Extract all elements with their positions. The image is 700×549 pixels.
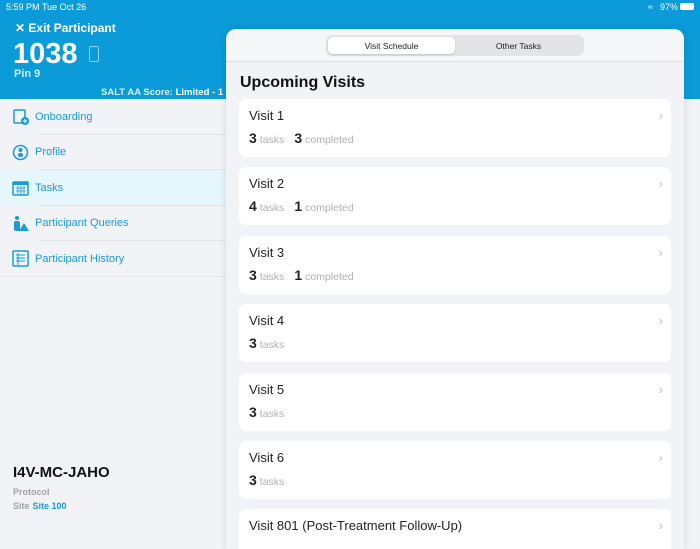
tasks-label: tasks (259, 270, 285, 283)
task-count: 4 (249, 198, 257, 215)
list-icon (12, 250, 29, 267)
completed-count: 1 (294, 266, 303, 283)
profile-icon (12, 144, 29, 161)
person-warning-icon (12, 215, 29, 232)
visit-name: Visit 4 (249, 313, 285, 329)
visit-name: Visit 1 (249, 108, 285, 123)
tasks-label: tasks (259, 202, 285, 215)
salt-score: SALT AA Score: Limited - 1 (101, 87, 223, 98)
site-info: Site Site 100 (13, 501, 67, 511)
completed-label: completed (305, 202, 354, 215)
task-count: 3 (249, 472, 257, 488)
task-count: 3 (249, 130, 257, 146)
tasks-panel: Visit Schedule Other Tasks Upcoming Visi… (226, 29, 684, 549)
visit-counts: 4 tasks 1 completed (249, 198, 364, 214)
completed-count: 3 (294, 130, 303, 146)
visit-name: Visit 3 (249, 244, 285, 260)
visit-name: Visit 2 (249, 176, 285, 192)
salt-label: SALT AA Score: (101, 87, 173, 98)
chevron-right-icon: › (658, 381, 663, 397)
visit-card[interactable]: Visit 4 › 3 tasks (239, 304, 671, 363)
section-title: Upcoming Visits (240, 74, 366, 91)
protocol-label: Protocol (13, 487, 50, 497)
visit-card[interactable]: Visit 801 (Post-Treatment Follow-Up) › (239, 509, 671, 549)
phone-icon (89, 46, 99, 62)
visit-card[interactable]: Visit 2 › 4 tasks 1 completed (239, 167, 671, 226)
salt-value: Limited - 1 (175, 87, 224, 98)
visit-counts: 3 tasks (249, 472, 294, 488)
visit-counts: 3 tasks (249, 404, 294, 420)
visit-name: Visit 6 (249, 450, 285, 465)
sidebar-item-label: Tasks (35, 181, 64, 194)
sidebar-item-label: Participant Queries (35, 217, 129, 230)
chevron-right-icon: › (658, 450, 663, 465)
exit-label: Exit Participant (28, 21, 116, 35)
status-date: Tue Oct 26 (42, 2, 87, 12)
segmented-control: Visit Schedule Other Tasks (326, 35, 584, 56)
task-count: 3 (249, 335, 257, 352)
battery-level: 97% (660, 2, 679, 12)
visit-counts: 3 tasks 1 completed (249, 267, 364, 283)
protocol-id: I4V-MC-JAHO (13, 464, 110, 481)
visit-card[interactable]: Visit 6 › 3 tasks (239, 441, 671, 499)
tasks-label: tasks (259, 339, 285, 352)
chevron-right-icon: › (658, 518, 663, 534)
tasks-label: tasks (259, 134, 285, 146)
sidebar-item-onboarding[interactable]: Onboarding (0, 99, 226, 135)
sidebar-item-label: Profile (35, 146, 67, 159)
tasks-label: tasks (259, 407, 285, 420)
visit-name: Visit 5 (249, 381, 285, 397)
site-label: Site (13, 501, 30, 511)
task-count: 3 (249, 403, 257, 420)
sidebar-item-label: Participant History (35, 252, 125, 265)
tab-other-tasks[interactable]: Other Tasks (455, 37, 582, 54)
visit-card[interactable]: Visit 5 › 3 tasks (239, 372, 671, 431)
completed-count: 1 (294, 198, 303, 215)
status-time: 5:59 PM (6, 2, 40, 12)
battery-icon (680, 3, 694, 10)
sidebar-item-tasks[interactable]: Tasks (0, 170, 226, 206)
completed-label: completed (305, 270, 354, 283)
sidebar-item-profile[interactable]: Profile (0, 135, 226, 171)
tab-visit-schedule[interactable]: Visit Schedule (328, 37, 455, 54)
visit-card[interactable]: Visit 1 › 3 tasks 3 completed (239, 99, 671, 157)
clipboard-add-icon (12, 108, 29, 126)
visit-counts: 3 tasks 3 completed (249, 130, 364, 146)
participant-pin: Pin 9 (14, 68, 41, 80)
chevron-right-icon: › (658, 313, 663, 329)
visit-counts: 3 tasks (249, 335, 294, 351)
site-value[interactable]: Site 100 (33, 501, 67, 511)
visit-card[interactable]: Visit 3 › 3 tasks 1 completed (239, 235, 671, 294)
sidebar: Onboarding Profile Tasks Participant Que… (0, 99, 226, 277)
visit-name: Visit 801 (Post-Treatment Follow-Up) (249, 518, 463, 534)
sidebar-item-participant-queries[interactable]: Participant Queries (0, 206, 226, 242)
chevron-right-icon: › (658, 176, 663, 192)
calendar-icon (12, 179, 29, 196)
sidebar-item-label: Onboarding (35, 110, 93, 123)
chevron-right-icon: › (658, 108, 663, 123)
wifi-icon: ≈ (648, 2, 653, 12)
tasks-label: tasks (259, 476, 285, 488)
panel-header: Visit Schedule Other Tasks (226, 29, 684, 62)
close-icon: ✕ (15, 21, 29, 35)
participant-id: 1038 (13, 38, 78, 70)
exit-participant-button[interactable]: ✕ Exit Participant (15, 21, 116, 35)
task-count: 3 (249, 266, 257, 283)
chevron-right-icon: › (658, 244, 663, 260)
completed-label: completed (305, 134, 354, 146)
sidebar-item-participant-history[interactable]: Participant History (0, 241, 226, 277)
